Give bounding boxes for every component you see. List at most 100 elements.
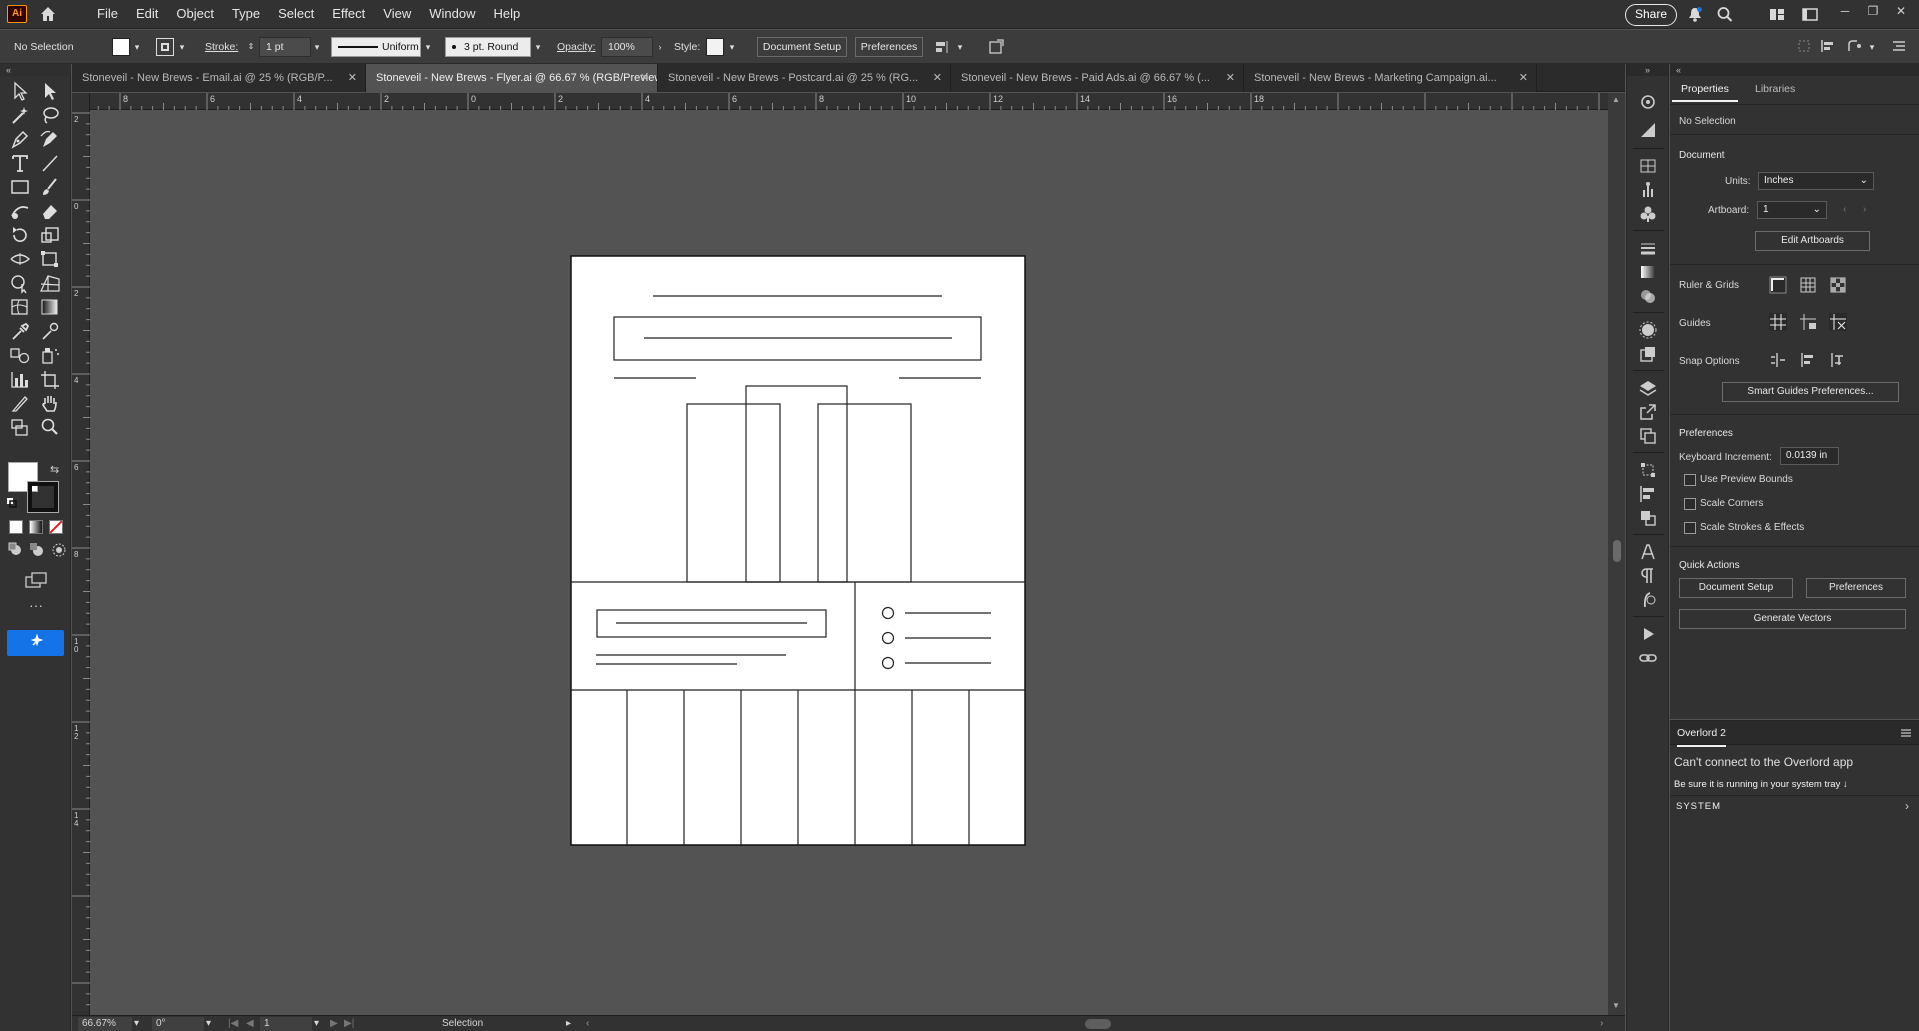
gradient-mode-icon[interactable]	[29, 520, 43, 534]
symbol-sprayer-tool-icon[interactable]	[38, 344, 62, 366]
panel-collapse-icon[interactable]: «	[1670, 64, 1919, 76]
menu-view[interactable]: View	[374, 0, 420, 29]
control-panel-menu-icon[interactable]	[1891, 39, 1907, 53]
type-tool-icon[interactable]	[8, 152, 32, 174]
document-setup-button[interactable]: Document Setup	[757, 37, 847, 57]
rectangle-tool-icon[interactable]	[8, 176, 32, 198]
opacity-field[interactable]: 100%	[601, 37, 653, 57]
generative-recolor-button[interactable]	[7, 630, 64, 656]
transparency-grid-icon[interactable]	[1828, 275, 1848, 295]
smart-guides-preferences-button[interactable]: Smart Guides Preferences...	[1722, 382, 1899, 402]
color-mode-icon[interactable]	[9, 520, 23, 534]
opentype-icon[interactable]	[1638, 590, 1658, 610]
artboard-number-field[interactable]: 1	[260, 1017, 312, 1031]
menu-file[interactable]: File	[88, 0, 127, 29]
menu-object[interactable]: Object	[167, 0, 223, 29]
close-tab-icon[interactable]: ✕	[933, 64, 942, 92]
print-tiling-tool-icon[interactable]	[8, 416, 32, 438]
generate-vectors-button[interactable]: Generate Vectors	[1679, 609, 1906, 629]
scroll-left-icon[interactable]: ‹	[586, 1016, 589, 1031]
eraser-tool-icon[interactable]	[38, 200, 62, 222]
perspective-grid-tool-icon[interactable]	[38, 272, 62, 294]
isolate-object-icon[interactable]	[988, 39, 1004, 55]
artboard-dropdown-icon[interactable]: ▾	[314, 1016, 319, 1031]
last-artboard-icon[interactable]: ▶|	[344, 1016, 354, 1031]
free-transform-tool-icon[interactable]	[38, 248, 62, 270]
stroke-panel-icon[interactable]	[1638, 238, 1658, 258]
scale-strokes-checkbox[interactable]	[1684, 522, 1696, 534]
close-tab-icon[interactable]: ✕	[640, 64, 649, 92]
graphic-styles-icon[interactable]	[1638, 344, 1658, 364]
home-icon[interactable]	[38, 5, 58, 23]
fill-dropdown-icon[interactable]: ▾	[131, 37, 143, 57]
grid-toggle-icon[interactable]	[1798, 275, 1818, 295]
scale-tool-icon[interactable]	[38, 224, 62, 246]
tab-libraries[interactable]: Libraries	[1746, 76, 1804, 102]
overlord-panel-title[interactable]: Overlord 2	[1677, 721, 1727, 747]
selection-tool-icon[interactable]	[8, 80, 32, 102]
paintbrush-tool-icon[interactable]	[38, 176, 62, 198]
canvas[interactable]	[90, 110, 1608, 1015]
draw-normal-icon[interactable]	[8, 542, 26, 558]
align-dropdown-icon[interactable]: ▾	[954, 37, 966, 57]
brush-definition[interactable]: 3 pt. Round	[445, 37, 531, 57]
scroll-right-icon[interactable]: ›	[1600, 1016, 1603, 1031]
brushes-icon[interactable]	[1638, 180, 1658, 200]
close-tab-icon[interactable]: ✕	[1519, 64, 1528, 92]
rotation-field[interactable]: 0°	[152, 1017, 204, 1031]
share-button[interactable]: Share	[1625, 4, 1677, 26]
stroke-weight-dropdown-icon[interactable]: ▾	[311, 37, 323, 57]
minimize-window-icon[interactable]: ─	[1838, 4, 1852, 18]
menu-help[interactable]: Help	[484, 0, 529, 29]
horizontal-ruler[interactable]: 8 6 4 2 0 2 4 6 8 10 12 14 16 18	[90, 93, 1608, 110]
color-guide-icon[interactable]	[1638, 92, 1658, 112]
smart-guides-icon[interactable]	[1828, 312, 1848, 332]
menu-type[interactable]: Type	[223, 0, 269, 29]
shape-builder-tool-icon[interactable]	[8, 272, 32, 294]
vertical-scroll-thumb[interactable]	[1613, 540, 1621, 562]
width-tool-icon[interactable]	[8, 248, 32, 270]
stroke-weight-field[interactable]: 1 pt	[259, 37, 311, 57]
scroll-up-icon[interactable]: ▲	[1612, 95, 1620, 104]
system-section-toggle[interactable]: SYSTEM ›	[1670, 797, 1919, 817]
tab-paid-ads[interactable]: Stoneveil - New Brews - Paid Ads.ai @ 66…	[951, 64, 1244, 92]
opacity-arrow-icon[interactable]: ›	[654, 37, 666, 57]
transform-icon[interactable]	[1797, 39, 1811, 53]
edit-toolbar-icon[interactable]: ···	[26, 598, 46, 614]
scroll-down-icon[interactable]: ▼	[1612, 1001, 1620, 1010]
brush-dropdown-icon[interactable]: ▾	[532, 37, 544, 57]
snap-to-pixel-icon[interactable]	[1798, 350, 1818, 370]
line-segment-tool-icon[interactable]	[38, 152, 62, 174]
preferences-button[interactable]: Preferences	[855, 37, 923, 57]
zoom-tool-icon[interactable]	[38, 416, 62, 438]
align-panel-icon[interactable]	[1638, 484, 1658, 504]
rotation-dropdown-icon[interactable]: ▾	[206, 1016, 211, 1031]
direct-selection-tool-icon[interactable]	[38, 80, 62, 102]
ruler-toggle-icon[interactable]	[1768, 275, 1788, 295]
stroke-label[interactable]: Stroke:	[205, 37, 238, 57]
edit-artboards-button[interactable]: Edit Artboards	[1755, 231, 1870, 251]
scale-corners-checkbox[interactable]	[1684, 498, 1696, 510]
puppet-dropdown-icon[interactable]: ▾	[1866, 37, 1878, 57]
menu-select[interactable]: Select	[269, 0, 323, 29]
artboard-select[interactable]: 1 ⌄	[1757, 201, 1827, 219]
shaper-tool-icon[interactable]	[8, 200, 32, 222]
transparency-icon[interactable]	[1638, 286, 1658, 306]
menu-window[interactable]: Window	[420, 0, 484, 29]
layers-icon[interactable]	[1638, 378, 1658, 398]
snap-to-glyph-icon[interactable]	[1828, 350, 1848, 370]
artboard-tool-icon[interactable]	[38, 368, 62, 390]
workspace-switcher-icon[interactable]	[1801, 6, 1819, 23]
tab-marketing-campaign[interactable]: Stoneveil - New Brews - Marketing Campai…	[1244, 64, 1537, 92]
swatches-icon[interactable]	[1638, 156, 1658, 176]
zoom-dropdown-icon[interactable]: ▾	[134, 1016, 139, 1031]
variable-width-profile[interactable]: Uniform	[331, 37, 421, 57]
mesh-tool-icon[interactable]	[8, 296, 32, 318]
stroke-dropdown-icon[interactable]: ▾	[176, 37, 188, 57]
next-artboard-icon[interactable]: ▶	[330, 1016, 338, 1031]
show-guides-icon[interactable]	[1768, 312, 1788, 332]
opacity-label[interactable]: Opacity:	[557, 37, 596, 57]
pen-tool-icon[interactable]	[8, 128, 32, 150]
stroke-color-swatch[interactable]	[27, 481, 59, 513]
draw-inside-icon[interactable]	[50, 542, 68, 558]
